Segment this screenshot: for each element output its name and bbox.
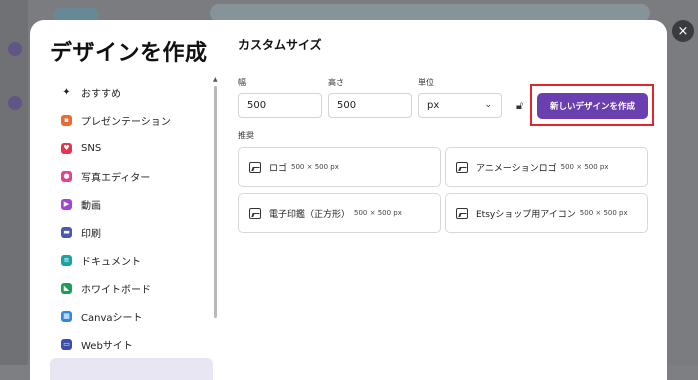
category-nav: ✦ おすすめ ▪ プレゼンテーション ♥ SNS ● 写真エディター ▶ 動画 … [50, 78, 213, 380]
sidebar-item-label: Webサイト [81, 340, 133, 352]
sidebar-item-canva-sheet[interactable]: ▦ Canvaシート [50, 302, 213, 330]
recommended-card-logo[interactable]: ロゴ 500 × 500 px [238, 147, 441, 187]
sidebar-item-sns[interactable]: ♥ SNS [50, 134, 213, 162]
card-name: ロゴ [269, 163, 288, 174]
card-size: 500 × 500 px [560, 163, 609, 171]
background-rail [0, 0, 28, 365]
close-icon: × [677, 23, 689, 39]
recommended-label: 推奨 [238, 131, 254, 140]
image-icon [249, 207, 261, 219]
card-size: 500 × 500 px [291, 163, 339, 171]
create-new-design-button[interactable]: 新しいデザインを作成 [537, 93, 648, 119]
heart-icon: ♥ [61, 142, 72, 154]
sidebar-item-label: ドキュメント [81, 256, 141, 268]
modal-title: デザインを作成 [50, 41, 208, 66]
sidebar-item-recommended[interactable]: ✦ おすすめ [50, 78, 213, 106]
sidebar-item-label: SNS [81, 142, 102, 154]
width-label: 幅 [238, 78, 246, 87]
card-name: Etsyショップ用アイコン [476, 209, 576, 220]
close-button[interactable]: × [672, 20, 694, 42]
website-icon: ▭ [61, 338, 72, 350]
height-input[interactable]: 500 [328, 93, 412, 118]
background-avatar [8, 42, 22, 56]
sidebar-item-label: プレゼンテーション [81, 116, 171, 128]
image-icon [456, 161, 468, 173]
video-icon: ▶ [61, 198, 72, 210]
recommended-card-seal[interactable]: 電子印鑑（正方形） 500 × 500 px [238, 193, 441, 233]
custom-size-title: カスタムサイズ [238, 38, 322, 52]
lock-icon[interactable]: 🔓︎ [516, 99, 523, 113]
sidebar-item-label: おすすめ [81, 88, 121, 100]
sidebar-scrollbar[interactable]: ▲ [213, 76, 219, 376]
category-sidebar: デザインを作成 ✦ おすすめ ▪ プレゼンテーション ♥ SNS ● 写真エディ… [30, 20, 218, 380]
sidebar-item-website[interactable]: ▭ Webサイト [50, 330, 213, 358]
sheet-icon: ▦ [61, 310, 72, 322]
presentation-icon: ▪ [61, 114, 72, 126]
sidebar-item-label: Canvaシート [81, 312, 143, 324]
whiteboard-icon: ◣ [61, 282, 72, 294]
sidebar-item-label: 写真エディター [81, 172, 151, 184]
document-icon: ≡ [61, 254, 72, 266]
card-size: 500 × 500 px [354, 209, 402, 217]
scroll-up-arrow-icon[interactable]: ▲ [213, 76, 218, 83]
sidebar-item-photo-editor[interactable]: ● 写真エディター [50, 162, 213, 190]
sidebar-item-label: 動画 [81, 200, 101, 212]
scrollbar-thumb[interactable] [214, 86, 217, 318]
card-name: 電子印鑑（正方形） [269, 209, 351, 220]
camera-icon: ● [61, 170, 72, 182]
sidebar-item-label: ホワイトボード [81, 284, 151, 296]
custom-size-panel: カスタムサイズ 幅 500 高さ 500 単位 px ⌄ 🔓︎ 新しいデザインを… [238, 20, 667, 380]
sidebar-item-document[interactable]: ≡ ドキュメント [50, 246, 213, 274]
sparkle-icon: ✦ [62, 86, 71, 98]
image-icon [456, 207, 468, 219]
unit-select[interactable]: px ⌄ [418, 93, 502, 118]
sidebar-item-label: 印刷 [81, 228, 101, 240]
sidebar-item-presentation[interactable]: ▪ プレゼンテーション [50, 106, 213, 134]
sidebar-item-custom-size[interactable] [50, 358, 213, 380]
background-nav-icon [8, 96, 22, 110]
printer-icon: ▬ [61, 226, 72, 238]
recommended-card-animated-logo[interactable]: アニメーションロゴ 500 × 500 px [445, 147, 648, 187]
card-size: 500 × 500 px [579, 209, 628, 217]
sidebar-item-whiteboard[interactable]: ◣ ホワイトボード [50, 274, 213, 302]
recommended-card-etsy-icon[interactable]: Etsyショップ用アイコン 500 × 500 px [445, 193, 648, 233]
card-name: アニメーションロゴ [476, 163, 557, 174]
height-label: 高さ [328, 78, 344, 87]
width-input[interactable]: 500 [238, 93, 322, 118]
chevron-down-icon: ⌄ [484, 100, 492, 110]
create-design-modal: デザインを作成 ✦ おすすめ ▪ プレゼンテーション ♥ SNS ● 写真エディ… [30, 20, 667, 380]
unit-select-value: px [427, 100, 440, 111]
sidebar-item-video[interactable]: ▶ 動画 [50, 190, 213, 218]
sidebar-item-print[interactable]: ▬ 印刷 [50, 218, 213, 246]
unit-label: 単位 [418, 78, 434, 87]
image-icon [249, 161, 261, 173]
